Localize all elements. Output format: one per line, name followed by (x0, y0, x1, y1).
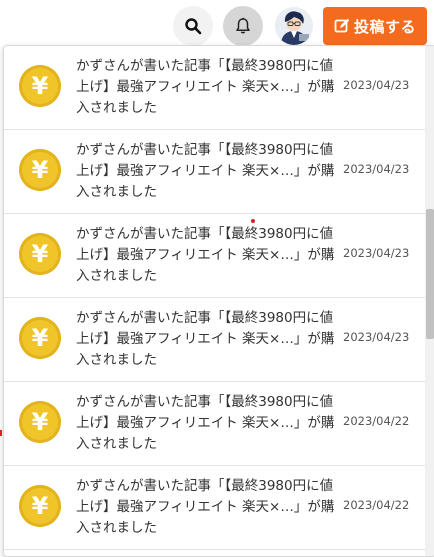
search-button[interactable] (173, 6, 213, 46)
notification-item[interactable]: ¥ かずさんが書いた記事「【最終3980円に値上げ】最強アフィリエイト 楽天×…… (4, 46, 425, 130)
scrollbar-thumb[interactable] (426, 209, 434, 339)
notification-date: 2023/04/23 (343, 330, 410, 344)
post-button[interactable]: 投稿する (323, 7, 427, 45)
notification-date: 2023/04/22 (343, 414, 410, 428)
notification-dropdown: ¥ かずさんが書いた記事「【最終3980円に値上げ】最強アフィリエイト 楽天×…… (3, 45, 434, 557)
notification-list: ¥ かずさんが書いた記事「【最終3980円に値上げ】最強アフィリエイト 楽天×…… (4, 46, 425, 550)
edit-icon (334, 18, 350, 33)
notification-bell-button[interactable] (223, 6, 263, 46)
notification-date: 2023/04/23 (343, 246, 410, 260)
notification-item[interactable]: ¥ かずさんが書いた記事「【最終3980円に値上げ】最強アフィリエイト 楽天×…… (4, 214, 425, 298)
yen-coin-icon: ¥ (19, 317, 61, 359)
notification-message: かずさんが書いた記事「【最終3980円に値上げ】最強アフィリエイト 楽天×…」が… (76, 226, 335, 284)
yen-coin-icon: ¥ (19, 65, 61, 107)
notification-item[interactable]: ¥ かずさんが書いた記事「【最終3980円に値上げ】最強アフィリエイト 楽天×…… (4, 382, 425, 466)
notification-message: かずさんが書いた記事「【最終3980円に値上げ】最強アフィリエイト 楽天×…」が… (76, 394, 335, 452)
yen-coin-icon: ¥ (19, 485, 61, 527)
notification-date: 2023/04/23 (343, 162, 410, 176)
search-icon (185, 18, 202, 35)
avatar-illustration (275, 7, 313, 45)
red-edge-marker (0, 430, 2, 436)
bell-icon (236, 17, 250, 34)
red-marker-dot (251, 219, 255, 223)
post-button-label: 投稿する (353, 17, 416, 36)
yen-coin-icon: ¥ (19, 233, 61, 275)
yen-coin-icon: ¥ (19, 401, 61, 443)
notification-date: 2023/04/23 (343, 78, 410, 92)
notification-message: かずさんが書いた記事「【最終3980円に値上げ】最強アフィリエイト 楽天×…」が… (76, 310, 335, 368)
notification-item[interactable]: ¥ かずさんが書いた記事「【最終3980円に値上げ】最強アフィリエイト 楽天×…… (4, 130, 425, 214)
user-avatar[interactable] (275, 7, 313, 45)
dropdown-scrollbar[interactable] (425, 46, 434, 556)
notification-item[interactable]: ¥ かずさんが書いた記事「【最終3980円に値上げ】最強アフィリエイト 楽天×…… (4, 298, 425, 382)
notification-item[interactable]: ¥ かずさんが書いた記事「【最終3980円に値上げ】最強アフィリエイト 楽天×…… (4, 466, 425, 550)
notification-message: かずさんが書いた記事「【最終3980円に値上げ】最強アフィリエイト 楽天×…」が… (76, 58, 335, 116)
notification-message: かずさんが書いた記事「【最終3980円に値上げ】最強アフィリエイト 楽天×…」が… (76, 142, 335, 200)
notification-date: 2023/04/22 (343, 498, 410, 512)
notification-message: かずさんが書いた記事「【最終3980円に値上げ】最強アフィリエイト 楽天×…」が… (76, 478, 335, 536)
yen-coin-icon: ¥ (19, 149, 61, 191)
